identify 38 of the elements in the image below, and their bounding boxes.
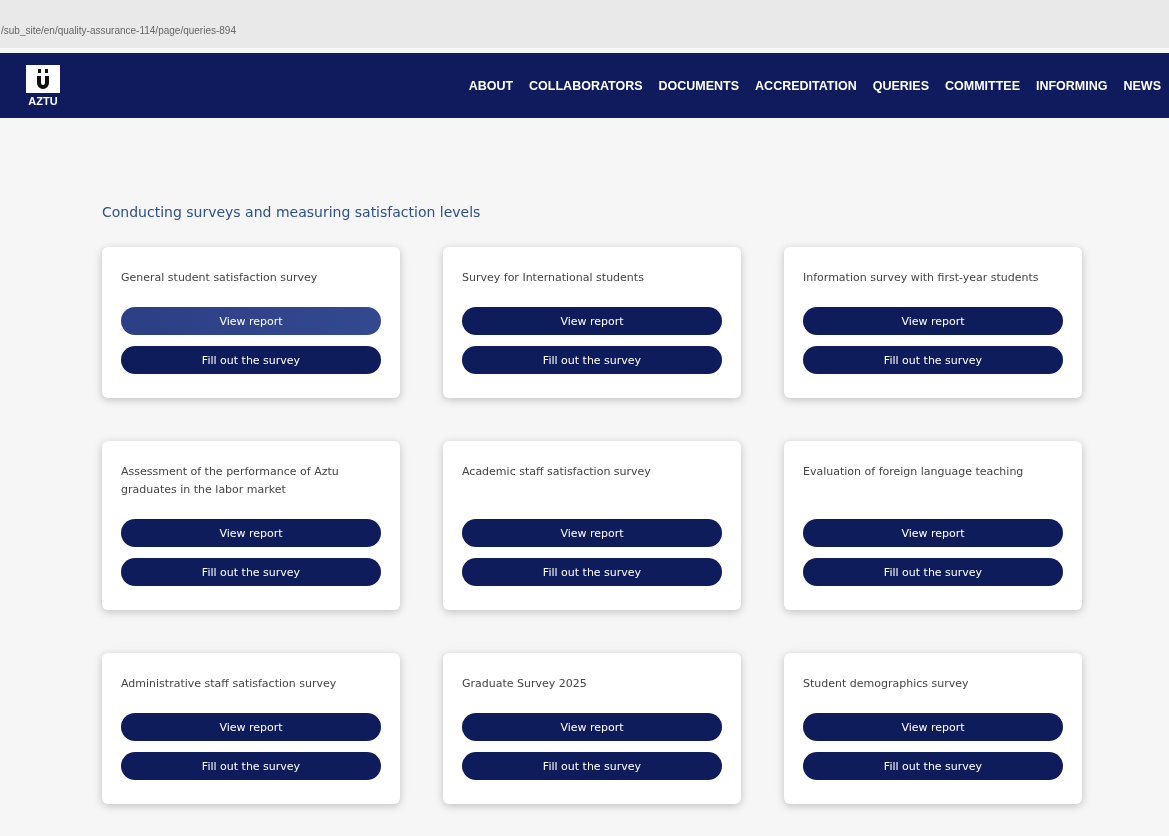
nav-link[interactable]: COLLABORATORS: [529, 78, 643, 93]
view-report-button[interactable]: View report: [803, 713, 1063, 741]
fill-survey-button[interactable]: Fill out the survey: [803, 752, 1063, 780]
card-title: Academic staff satisfaction survey: [462, 464, 652, 480]
view-report-button[interactable]: View report: [121, 519, 381, 547]
nav-link[interactable]: COMMITTEE: [944, 78, 1020, 93]
nav-link[interactable]: QUERIES: [872, 78, 929, 93]
card-title: Administrative staff satisfaction survey: [121, 676, 338, 692]
fill-survey-button[interactable]: Fill out the survey: [121, 346, 381, 374]
view-report-button[interactable]: View report: [803, 307, 1063, 335]
card-title: Survey for International students: [462, 270, 645, 286]
view-report-button[interactable]: View report: [121, 307, 381, 335]
fill-survey-button[interactable]: Fill out the survey: [803, 558, 1063, 586]
nav-link[interactable]: INFORMING: [1035, 78, 1108, 93]
fill-survey-button[interactable]: Fill out the survey: [462, 558, 722, 586]
view-report-button[interactable]: View report: [462, 713, 722, 741]
nav-link[interactable]: DOCUMENTS: [658, 78, 740, 93]
fill-survey-button[interactable]: Fill out the survey: [462, 346, 722, 374]
card-title: General student satisfaction survey: [121, 270, 319, 286]
fill-survey-button[interactable]: Fill out the survey: [462, 752, 722, 780]
view-report-button[interactable]: View report: [462, 519, 722, 547]
card-title: Student demographics survey: [803, 676, 970, 692]
card-title: Information survey with first-year students: [803, 270, 1040, 286]
view-report-button[interactable]: View report: [803, 519, 1063, 547]
fill-survey-button[interactable]: Fill out the survey: [121, 752, 381, 780]
view-report-button[interactable]: View report: [121, 713, 381, 741]
section-heading: Conducting surveys and measuring satisfaction levels: [102, 204, 482, 220]
fill-survey-button[interactable]: Fill out the survey: [121, 558, 381, 586]
card-title: Assessment of the performance of Aztu graduates in the labor market: [121, 464, 340, 498]
card-title: Evaluation of foreign language teaching: [803, 464, 1025, 480]
card-title: Graduate Survey 2025: [462, 676, 588, 692]
view-report-button[interactable]: View report: [462, 307, 722, 335]
logo-icon: [35, 67, 51, 90]
nav-link[interactable]: NEWS: [1123, 78, 1161, 93]
fill-survey-button[interactable]: Fill out the survey: [803, 346, 1063, 374]
nav-link[interactable]: ACCREDITATION: [755, 78, 857, 93]
nav-link[interactable]: ABOUT: [468, 78, 514, 93]
url-text: /sub_site/en/quality-assurance-114/page/queries-894: [0, 25, 236, 36]
